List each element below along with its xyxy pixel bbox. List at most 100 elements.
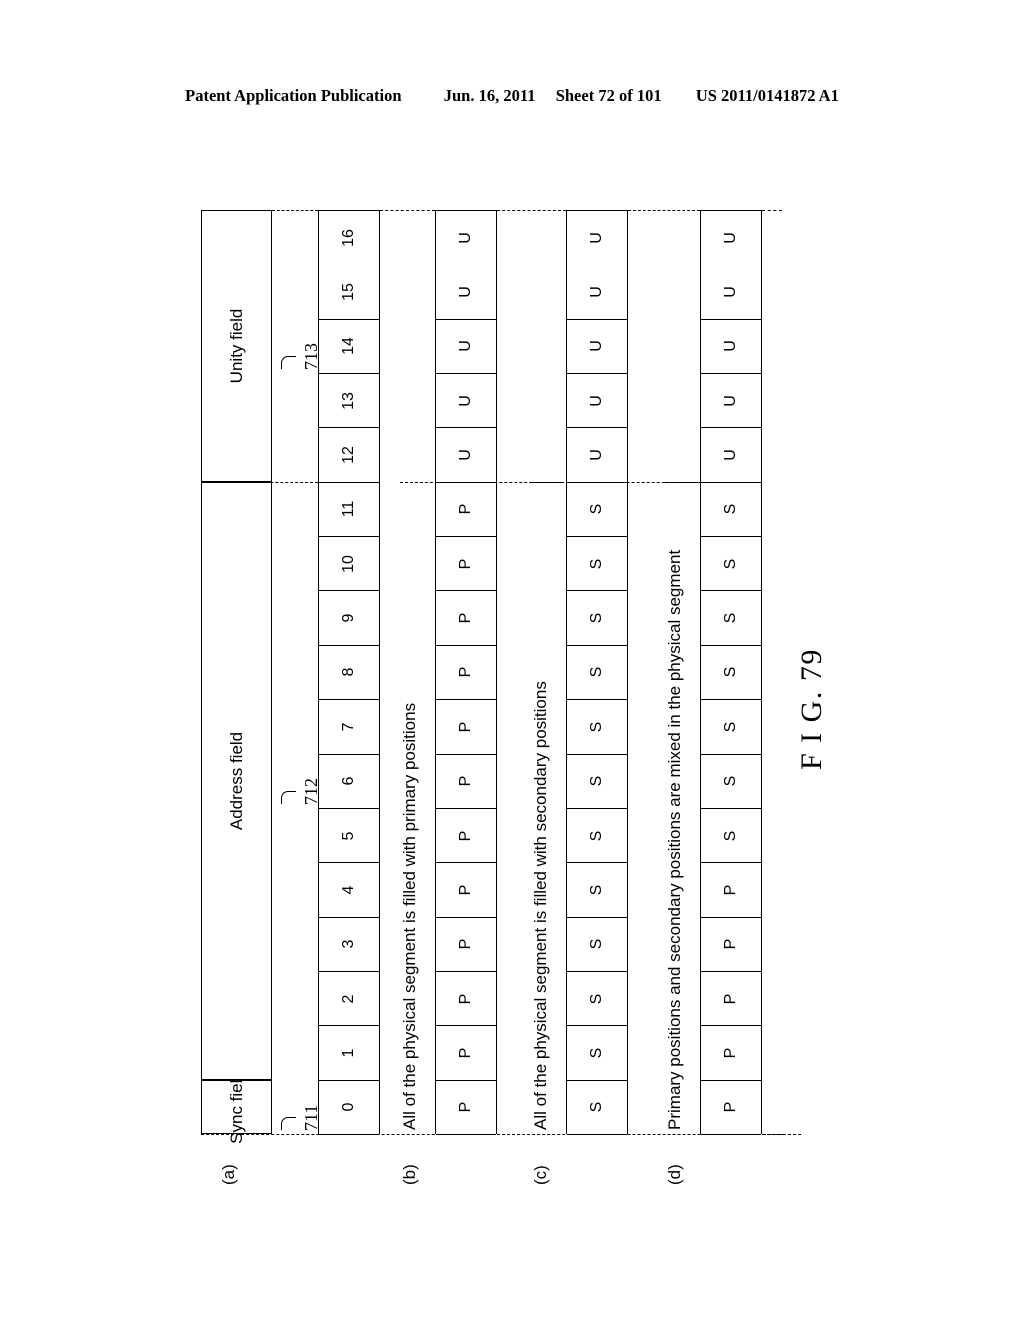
segment-cell: U [701, 265, 761, 320]
segment-cell: S [567, 1080, 627, 1135]
segment-cell: 13 [319, 374, 379, 429]
segment-cell-value: 8 [340, 668, 357, 677]
segment-cell-value: S [722, 612, 739, 624]
segment-cell: S [567, 971, 627, 1027]
segment-cell-value: U [722, 232, 739, 244]
segment-cell-value: S [588, 775, 605, 787]
segment-cell: P [436, 645, 496, 701]
field-box-sync-field: Sync field [201, 1070, 272, 1144]
segment-cell-value: P [457, 558, 474, 570]
segment-cell-value: S [588, 938, 605, 950]
segment-cell: U [701, 428, 761, 483]
segment-cell: S [567, 591, 627, 646]
field-label: Unity field [226, 308, 246, 384]
segment-cell-value: U [722, 394, 739, 407]
segment-cell-value: 10 [340, 554, 357, 573]
segment-cell-value: P [722, 993, 739, 1004]
segment-cell: S [567, 482, 627, 538]
segment-cell-value: S [588, 612, 605, 624]
segment-cell: 7 [319, 700, 379, 755]
row-label-a: (a) [219, 1164, 238, 1185]
segment-cell-value: S [588, 721, 605, 733]
segment-cell: S [701, 591, 761, 646]
segment-cell: U [436, 211, 496, 266]
segment-cell: S [567, 754, 627, 809]
segment-cell-value: P [457, 504, 474, 515]
field-label: Sync field [226, 1069, 246, 1144]
segment-cell: S [567, 917, 627, 972]
segment-cell-value: P [457, 1101, 474, 1113]
segment-cell: S [567, 537, 627, 592]
segment-column-d: U U U U U S S S S S S S P P P P P [700, 210, 762, 1135]
field-boundary-dashed-line [201, 481, 318, 483]
segment-cell-value: 2 [340, 994, 357, 1004]
segment-cell: 1 [319, 1026, 379, 1081]
segment-cell-value: P [457, 884, 474, 896]
segment-cell: P [436, 1026, 496, 1081]
segment-cell: P [436, 700, 496, 755]
segment-cell: S [701, 645, 761, 701]
segment-cell: P [701, 863, 761, 918]
segment-cell: S [567, 808, 627, 864]
segment-cell-value: P [457, 938, 474, 950]
segment-cell: P [436, 917, 496, 972]
segment-cell-value: U [588, 340, 605, 353]
segment-cell-value: S [588, 993, 605, 1004]
segment-cell: U [567, 319, 627, 375]
segment-cell-value: S [588, 667, 605, 678]
diagram-top-dashed-line [762, 210, 782, 211]
diagram-top-dashed-line [380, 210, 435, 211]
segment-cell-value: P [457, 612, 474, 624]
segment-cell: S [567, 1026, 627, 1081]
segment-cell: U [567, 211, 627, 266]
segment-cell: P [436, 1080, 496, 1135]
segment-cell-value: U [457, 232, 474, 244]
field-boundary-dashed-line [665, 481, 762, 483]
segment-cell-value: 12 [340, 446, 357, 464]
segment-cell: 14 [319, 319, 379, 375]
segment-cell: 2 [319, 971, 379, 1027]
segment-cell: S [567, 645, 627, 701]
segment-cell-value: U [588, 232, 605, 244]
segment-cell-value: 6 [340, 776, 357, 786]
diagram-bottom-dashed-line [762, 1134, 784, 1135]
segment-cell-value: 16 [340, 229, 357, 248]
segment-cell-value: S [722, 504, 739, 515]
segment-cell-value: 1 [340, 1048, 357, 1058]
segment-cell-value: S [722, 830, 739, 841]
segment-cell: P [701, 971, 761, 1027]
segment-cell: U [436, 319, 496, 375]
segment-cell: S [701, 808, 761, 864]
segment-cell-value: U [722, 449, 739, 461]
segment-cell-value: 5 [340, 831, 357, 840]
segment-cell-value: P [722, 884, 739, 896]
segment-cell-value: U [588, 286, 605, 298]
segment-cell-value: S [588, 1101, 605, 1113]
row-caption-d: Primary positions and secondary position… [665, 549, 684, 1130]
segment-cell: S [701, 482, 761, 538]
reference-leader-hook [281, 1116, 296, 1130]
diagram-top-dashed-line [497, 210, 566, 211]
field-box-unity-field: Unity field [201, 210, 272, 482]
segment-cell-value: P [457, 721, 474, 733]
segment-cell: 11 [319, 482, 379, 538]
segment-cell-value: U [722, 340, 739, 353]
segment-cell: S [701, 700, 761, 755]
segment-cell: U [567, 265, 627, 320]
segment-cell-value: S [722, 667, 739, 678]
segment-cell-value: 13 [340, 391, 357, 410]
segment-cell-value: U [457, 394, 474, 407]
segment-cell-value: S [588, 884, 605, 896]
segment-cell-value: 15 [340, 283, 357, 301]
segment-cell-value: P [457, 830, 474, 841]
segment-cell: P [436, 971, 496, 1027]
segment-cell-value: S [588, 504, 605, 515]
segment-cell: P [436, 863, 496, 918]
segment-cell-value: 0 [340, 1102, 357, 1112]
segment-cell-value: U [722, 286, 739, 298]
segment-cell-value: S [588, 1047, 605, 1059]
diagram-top-dashed-line [628, 210, 700, 211]
segment-cell-value: 7 [340, 722, 357, 732]
segment-cell-value: U [457, 286, 474, 298]
segment-cell: U [701, 319, 761, 375]
